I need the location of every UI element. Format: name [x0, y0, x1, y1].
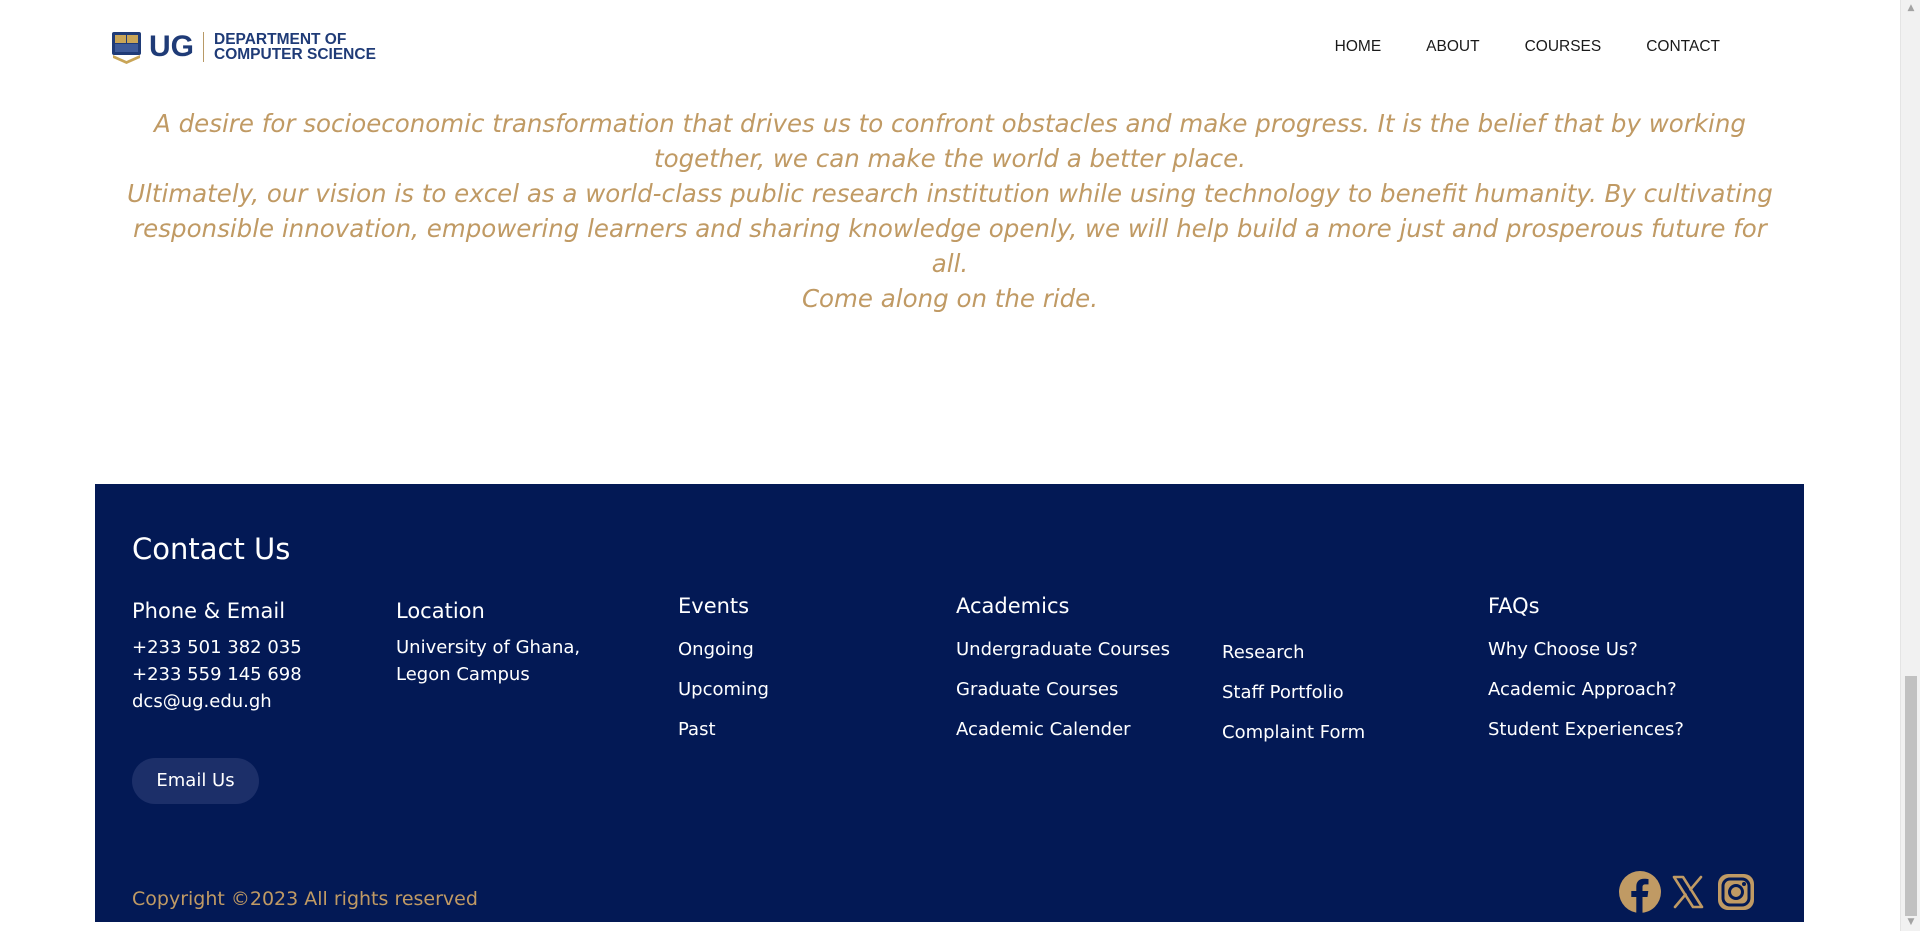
site-footer: Contact Us Phone & Email +233 501 382 03… — [95, 484, 1804, 922]
faqs-heading: FAQs — [1488, 594, 1540, 618]
nav-courses[interactable]: COURSES — [1525, 38, 1602, 56]
vision-paragraph-3: Come along on the ride. — [801, 284, 1099, 313]
nav-home[interactable]: HOME — [1335, 38, 1382, 56]
main-nav: HOME ABOUT COURSES CONTACT — [1290, 38, 1720, 56]
email-address[interactable]: dcs@ug.edu.gh — [132, 688, 302, 715]
events-link-past[interactable]: Past — [678, 718, 769, 741]
academics-link-undergraduate[interactable]: Undergraduate Courses — [956, 638, 1170, 661]
events-link-ongoing[interactable]: Ongoing — [678, 638, 769, 661]
logo-department-text: DEPARTMENT OF COMPUTER SCIENCE — [214, 31, 376, 63]
faq-link-student-experiences[interactable]: Student Experiences? — [1488, 718, 1684, 741]
academics-column-2: Research Staff Portfolio Complaint Form — [1222, 641, 1365, 761]
faq-link-why-choose-us[interactable]: Why Choose Us? — [1488, 638, 1684, 661]
x-icon[interactable] — [1666, 870, 1710, 914]
vision-paragraph-1: A desire for socioeconomic transformatio… — [154, 109, 1746, 173]
academics-column: Academics Undergraduate Courses Graduate… — [956, 594, 1170, 758]
events-link-upcoming[interactable]: Upcoming — [678, 678, 769, 701]
faqs-column: FAQs Why Choose Us? Academic Approach? S… — [1488, 594, 1684, 758]
academics-heading: Academics — [956, 594, 1070, 618]
nav-contact[interactable]: CONTACT — [1646, 38, 1720, 56]
site-logo[interactable]: UG DEPARTMENT OF COMPUTER SCIENCE — [111, 30, 376, 64]
phone-number-2[interactable]: +233 559 145 698 — [132, 661, 302, 688]
faq-link-academic-approach[interactable]: Academic Approach? — [1488, 678, 1684, 701]
facebook-icon[interactable] — [1618, 870, 1662, 914]
events-heading: Events — [678, 594, 750, 618]
vision-paragraph-2: Ultimately, our vision is to excel as a … — [127, 179, 1773, 278]
site-header: UG DEPARTMENT OF COMPUTER SCIENCE HOME A… — [0, 0, 1900, 96]
logo-divider — [203, 32, 204, 62]
location-line-1: University of Ghana, — [396, 637, 581, 658]
scrollbar-thumb[interactable] — [1905, 676, 1917, 916]
location-line-2: Legon Campus — [396, 664, 530, 685]
logo-ug-text: UG — [149, 30, 194, 63]
academics-link-complaint-form[interactable]: Complaint Form — [1222, 721, 1365, 744]
copyright-text: Copyright ©2023 All rights reserved — [132, 888, 478, 910]
nav-about[interactable]: ABOUT — [1426, 38, 1479, 56]
location-column: Location University of Ghana, Legon Camp… — [396, 599, 580, 688]
vision-section: A desire for socioeconomic transformatio… — [120, 106, 1780, 316]
logo-line-1: DEPARTMENT OF — [214, 31, 347, 48]
logo-line-2: COMPUTER SCIENCE — [214, 46, 376, 63]
location-heading: Location — [396, 599, 485, 623]
phone-number-1[interactable]: +233 501 382 035 — [132, 634, 302, 661]
academics-link-calender[interactable]: Academic Calender — [956, 718, 1170, 741]
university-crest-icon — [112, 32, 141, 64]
social-links — [1618, 870, 1758, 914]
scroll-up-arrow-icon[interactable]: ▲ — [1901, 0, 1920, 17]
academics-link-staff-portfolio[interactable]: Staff Portfolio — [1222, 681, 1365, 704]
footer-title: Contact Us — [132, 532, 291, 566]
events-column: Events Ongoing Upcoming Past — [678, 594, 769, 758]
page-scrollbar[interactable]: ▲ ▼ — [1900, 0, 1920, 931]
academics-link-research[interactable]: Research — [1222, 641, 1365, 664]
email-us-button[interactable]: Email Us — [132, 758, 259, 804]
academics-link-graduate[interactable]: Graduate Courses — [956, 678, 1170, 701]
instagram-icon[interactable] — [1714, 870, 1758, 914]
scroll-down-arrow-icon[interactable]: ▼ — [1901, 914, 1920, 931]
phone-email-column: Phone & Email +233 501 382 035 +233 559 … — [132, 599, 302, 715]
phone-email-heading: Phone & Email — [132, 599, 286, 623]
